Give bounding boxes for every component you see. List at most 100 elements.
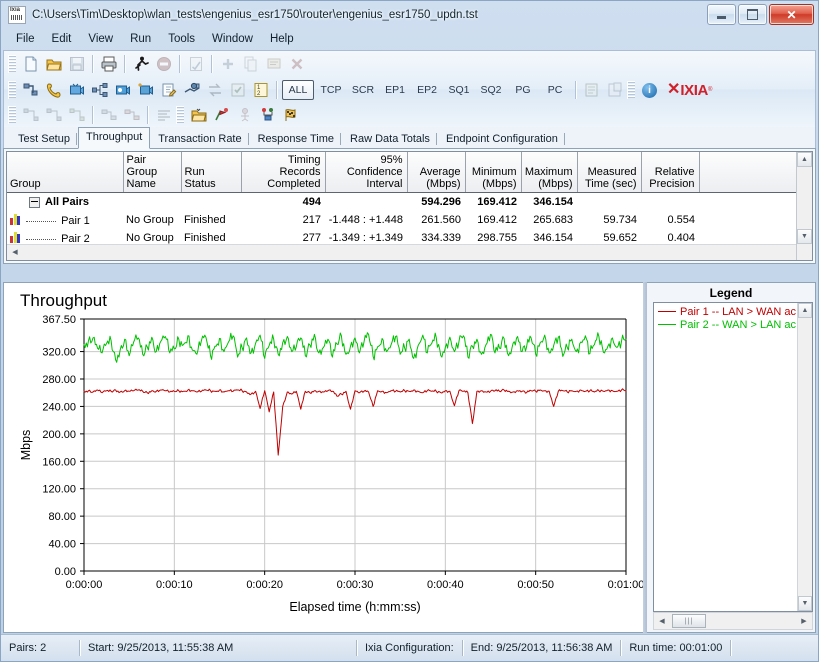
number-pairs-icon[interactable]: 12	[249, 79, 272, 101]
run-test-icon[interactable]	[129, 53, 152, 75]
close-button[interactable]: ✕	[769, 4, 814, 25]
toolbar-grip[interactable]	[8, 106, 16, 124]
table-row[interactable]: Pair 1 No Group Finished 217 -1.448 : +1…	[7, 211, 812, 229]
col-run-status[interactable]: Run Status	[181, 152, 242, 193]
open-folder-icon[interactable]	[42, 53, 65, 75]
export-grid-icon[interactable]	[580, 79, 603, 101]
menu-run[interactable]: Run	[122, 31, 159, 47]
add-voip-pair-icon[interactable]	[42, 79, 65, 101]
filter-ep2-button[interactable]: EP2	[412, 81, 442, 99]
swap-direction-icon[interactable]	[19, 104, 42, 126]
run-results-icon[interactable]	[210, 104, 233, 126]
save-icon[interactable]	[65, 53, 88, 75]
add-video-pair-icon[interactable]	[65, 79, 88, 101]
filter-scr-button[interactable]: SCR	[348, 81, 378, 99]
tab-response-time[interactable]: Response Time	[249, 129, 343, 148]
swap-endpoints-icon[interactable]	[203, 79, 226, 101]
stop-test-icon[interactable]	[152, 53, 175, 75]
copy-report-icon[interactable]	[603, 79, 626, 101]
copy-pair-icon[interactable]	[239, 53, 262, 75]
legend-scroll-right-arrow[interactable]: ▶	[796, 614, 812, 629]
compare-results-icon[interactable]	[233, 104, 256, 126]
legend-scroll-thumb[interactable]: |||	[672, 614, 706, 628]
legend-vertical-scrollbar[interactable]: ▲ ▼	[797, 303, 812, 611]
col-relative-precision[interactable]: Relative Precision	[641, 152, 700, 193]
edit-pair-icon[interactable]	[262, 53, 285, 75]
maximize-button[interactable]	[738, 4, 767, 25]
menu-edit[interactable]: Edit	[44, 31, 80, 47]
menu-window[interactable]: Window	[204, 31, 261, 47]
add-video-multicast-icon[interactable]	[111, 79, 134, 101]
grid-vertical-scrollbar[interactable]: ▲ ▼	[796, 152, 812, 260]
tab-transaction-rate[interactable]: Transaction Rate	[150, 129, 250, 148]
clone-pair-icon[interactable]	[180, 79, 203, 101]
toolbar-grip[interactable]	[627, 81, 635, 99]
col-minimum-mbps[interactable]: Minimum (Mbps)	[465, 152, 522, 193]
scroll-down-arrow[interactable]: ▼	[797, 229, 812, 244]
col-group[interactable]: Group	[7, 152, 124, 193]
tab-endpoint-configuration[interactable]: Endpoint Configuration	[437, 129, 566, 148]
ungroup-pairs-icon[interactable]	[120, 104, 143, 126]
throughput-chart[interactable]: 0.00 40.00 80.00 120.00 160.00 200.00 240.00 28…	[4, 309, 643, 633]
grid-horizontal-scrollbar[interactable]: ◀ ▶	[7, 243, 812, 260]
minimize-button[interactable]	[707, 4, 736, 25]
filter-sq2-button[interactable]: SQ2	[476, 81, 506, 99]
pair-label: Pair 1	[61, 215, 90, 227]
edit-pair-icon[interactable]	[157, 79, 180, 101]
add-pair-icon[interactable]	[19, 79, 42, 101]
swap-address-icon[interactable]	[65, 104, 88, 126]
toolbar-grip[interactable]	[176, 106, 184, 124]
new-document-icon[interactable]	[19, 53, 42, 75]
tab-throughput[interactable]: Throughput	[77, 127, 151, 149]
open-results-icon[interactable]	[187, 104, 210, 126]
menu-view[interactable]: View	[80, 31, 121, 47]
col-confidence-interval[interactable]: 95% Confidence Interval	[325, 152, 408, 193]
menu-help[interactable]: Help	[262, 31, 302, 47]
filter-pc-button[interactable]: PC	[540, 81, 570, 99]
swap-endpoint-icon[interactable]	[42, 104, 65, 126]
col-maximum-mbps[interactable]: Maximum (Mbps)	[521, 152, 578, 193]
legend-scroll-left-arrow[interactable]: ◀	[654, 614, 670, 629]
col-pair-group-name[interactable]: Pair Group Name	[123, 152, 182, 193]
legend-item[interactable]: Pair 1 -- LAN > WAN ac	[654, 305, 812, 318]
menu-file[interactable]: File	[8, 31, 43, 47]
col-timing-records-completed[interactable]: Timing Records Completed	[241, 152, 326, 193]
toolbar-grip[interactable]	[8, 55, 16, 73]
group-pairs-icon[interactable]	[97, 104, 120, 126]
cell-pair-group-name: No Group	[126, 232, 174, 244]
sort-pairs-icon[interactable]	[152, 104, 175, 126]
delete-pair-icon[interactable]	[285, 53, 308, 75]
tab-raw-data-totals[interactable]: Raw Data Totals	[342, 129, 438, 148]
add-multicast-pair-icon[interactable]	[88, 79, 111, 101]
expand-collapse-toggle[interactable]	[29, 196, 40, 208]
legend-scroll-down-arrow[interactable]: ▼	[798, 596, 812, 611]
finish-flag-icon[interactable]	[279, 104, 302, 126]
legend-scroll-up-arrow[interactable]: ▲	[798, 303, 812, 318]
filter-tcp-button[interactable]: TCP	[316, 81, 346, 99]
filter-pg-button[interactable]: PG	[508, 81, 538, 99]
col-measured-time[interactable]: Measured Time (sec)	[577, 152, 642, 193]
filter-sq1-button[interactable]: SQ1	[444, 81, 474, 99]
table-row[interactable]: All Pairs 494 594.296 169.412 346.154	[7, 193, 812, 212]
info-icon[interactable]: i	[638, 79, 661, 101]
add-vlan-video-icon[interactable]	[134, 79, 157, 101]
toolbar-grip[interactable]	[8, 81, 16, 99]
svg-text:160.00: 160.00	[42, 456, 76, 468]
add-pair-icon[interactable]	[216, 53, 239, 75]
menu-tools[interactable]: Tools	[160, 31, 203, 47]
validate-icon[interactable]	[184, 53, 207, 75]
run-options-icon[interactable]	[226, 79, 249, 101]
ixia-logo: ✕ IXIA ®	[667, 82, 712, 99]
scroll-left-arrow[interactable]: ◀	[7, 245, 23, 260]
filter-ep1-button[interactable]: EP1	[380, 81, 410, 99]
legend-item[interactable]: Pair 2 -- WAN > LAN ac	[654, 318, 812, 331]
table-row[interactable]: Pair 2 No Group Finished 277 -1.349 : +1…	[7, 229, 812, 244]
filter-all-button[interactable]: ALL	[282, 80, 314, 100]
multi-results-icon[interactable]	[256, 104, 279, 126]
print-icon[interactable]	[97, 53, 120, 75]
legend-horizontal-scrollbar[interactable]: ◀ ||| ▶	[653, 612, 813, 630]
col-average-mbps[interactable]: Average (Mbps)	[407, 152, 466, 193]
tab-test-setup[interactable]: Test Setup	[10, 129, 78, 148]
scroll-up-arrow[interactable]: ▲	[797, 152, 812, 167]
legend-list[interactable]: Pair 1 -- LAN > WAN ac Pair 2 -- WAN > L…	[653, 302, 813, 612]
